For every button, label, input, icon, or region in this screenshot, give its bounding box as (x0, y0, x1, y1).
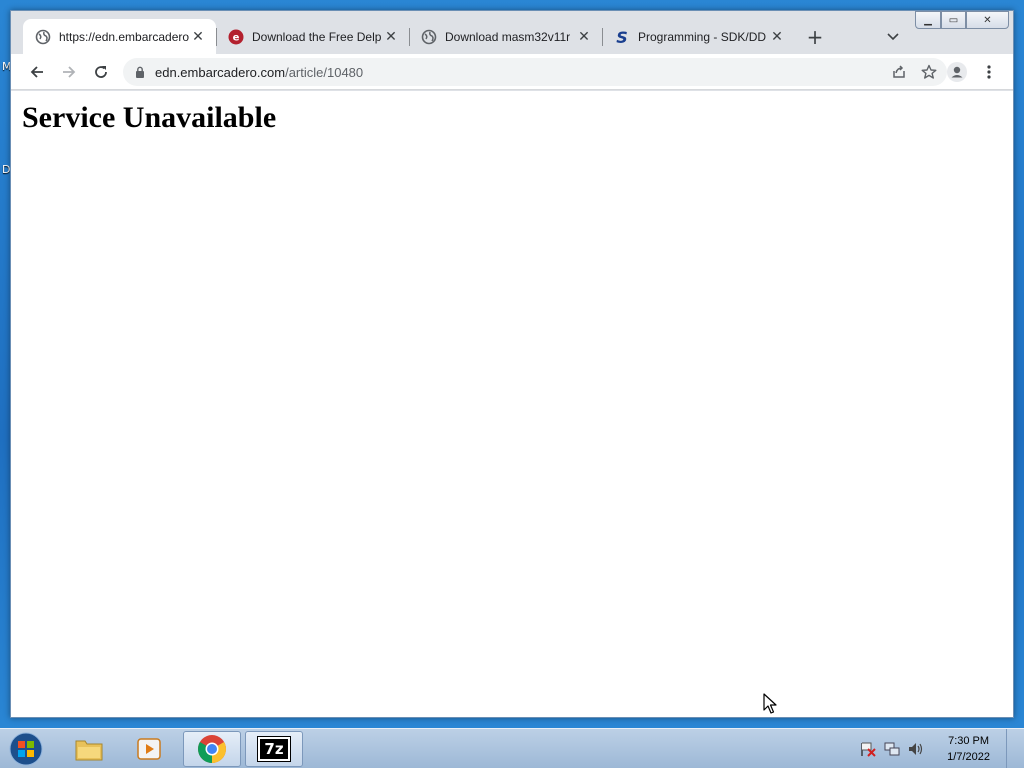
taskbar-file-explorer[interactable] (60, 731, 118, 767)
minimize-button[interactable]: ▁ (915, 11, 941, 29)
url-text: edn.embarcadero.com/article/10480 (155, 65, 363, 80)
profile-button[interactable] (945, 60, 969, 84)
tab-search-button[interactable] (881, 25, 905, 49)
close-tab-icon[interactable]: ✕ (576, 28, 592, 45)
browser-toolbar: edn.embarcadero.com/article/10480 (11, 54, 1013, 90)
address-bar[interactable]: edn.embarcadero.com/article/10480 (123, 58, 947, 86)
lock-icon[interactable] (135, 66, 145, 78)
reload-icon (95, 66, 107, 78)
taskbar-media-player[interactable] (120, 731, 178, 767)
system-tray: 7:30 PM 1/7/2022 (859, 729, 1020, 768)
network-icon[interactable] (883, 741, 901, 757)
tab-title: https://edn.embarcadero. (59, 29, 190, 44)
taskbar: 7z 7:30 PM 1/7/2022 (0, 728, 1024, 768)
chevron-down-icon (887, 33, 899, 41)
tab-title: Download masm32v11r (445, 29, 571, 44)
tab-download-delphi[interactable]: e Download the Free Delp ✕ (216, 19, 409, 54)
bookmark-star-icon[interactable] (921, 64, 937, 80)
reload-button[interactable] (89, 60, 113, 84)
start-button[interactable] (6, 730, 46, 768)
url-host: edn.embarcadero.com (155, 64, 286, 80)
tab-list: https://edn.embarcadero. ✕ e Download th… (23, 19, 795, 54)
globe-icon (35, 29, 51, 45)
maximize-button[interactable]: ▭ (941, 11, 966, 29)
s-logo-icon: S (614, 29, 630, 45)
page-heading: Service Unavailable (22, 101, 277, 134)
clock-date: 1/7/2022 (947, 751, 990, 763)
embarcadero-icon: e (228, 29, 244, 45)
clock-time: 7:30 PM (948, 735, 990, 747)
tab-edn-embarcadero[interactable]: https://edn.embarcadero. ✕ (23, 19, 216, 54)
globe-icon (421, 29, 437, 45)
svg-text:e: e (233, 32, 240, 43)
svg-text:S: S (616, 29, 628, 45)
url-path: /article/10480 (285, 64, 364, 80)
mouse-cursor-icon (763, 693, 777, 714)
tab-strip: https://edn.embarcadero. ✕ e Download th… (11, 11, 1013, 54)
action-center-flag-icon[interactable] (859, 741, 877, 757)
close-window-button[interactable]: ✕ (966, 11, 1009, 29)
7zip-icon: 7z (257, 736, 291, 762)
close-tab-icon[interactable]: ✕ (383, 28, 399, 45)
window-controls: ▁ ▭ ✕ (915, 11, 1009, 29)
tab-title: Download the Free Delp (252, 29, 382, 44)
7zip-label: 7z (264, 740, 284, 758)
taskbar-7zip[interactable]: 7z (245, 731, 303, 767)
tab-title: Programming - SDK/DD (638, 29, 767, 44)
tab-download-masm32[interactable]: Download masm32v11r ✕ (409, 19, 602, 54)
forward-button[interactable] (57, 60, 81, 84)
taskbar-chrome[interactable] (183, 731, 241, 767)
kebab-menu-icon (987, 65, 991, 79)
file-explorer-icon (75, 740, 103, 761)
tray-icons (859, 741, 925, 757)
share-icon[interactable] (891, 64, 907, 80)
close-tab-icon[interactable]: ✕ (769, 28, 785, 45)
arrow-right-icon (63, 66, 76, 78)
show-desktop-button[interactable] (1006, 729, 1020, 768)
back-button[interactable] (25, 60, 49, 84)
arrow-left-icon (30, 66, 43, 78)
tab-programming-sdk[interactable]: S Programming - SDK/DD ✕ (602, 19, 795, 54)
windows-orb-icon (9, 732, 43, 766)
page-content: Service Unavailable (11, 91, 1013, 717)
media-player-icon (137, 738, 161, 760)
volume-icon[interactable] (907, 741, 925, 757)
close-tab-icon[interactable]: ✕ (190, 28, 206, 45)
clock[interactable]: 7:30 PM 1/7/2022 (947, 733, 990, 765)
menu-button[interactable] (977, 60, 1001, 84)
avatar-icon (947, 62, 967, 82)
new-tab-button[interactable]: + (801, 23, 829, 51)
browser-window: https://edn.embarcadero. ✕ e Download th… (10, 10, 1014, 718)
omnibox-actions (891, 62, 937, 82)
chrome-icon (198, 735, 226, 763)
